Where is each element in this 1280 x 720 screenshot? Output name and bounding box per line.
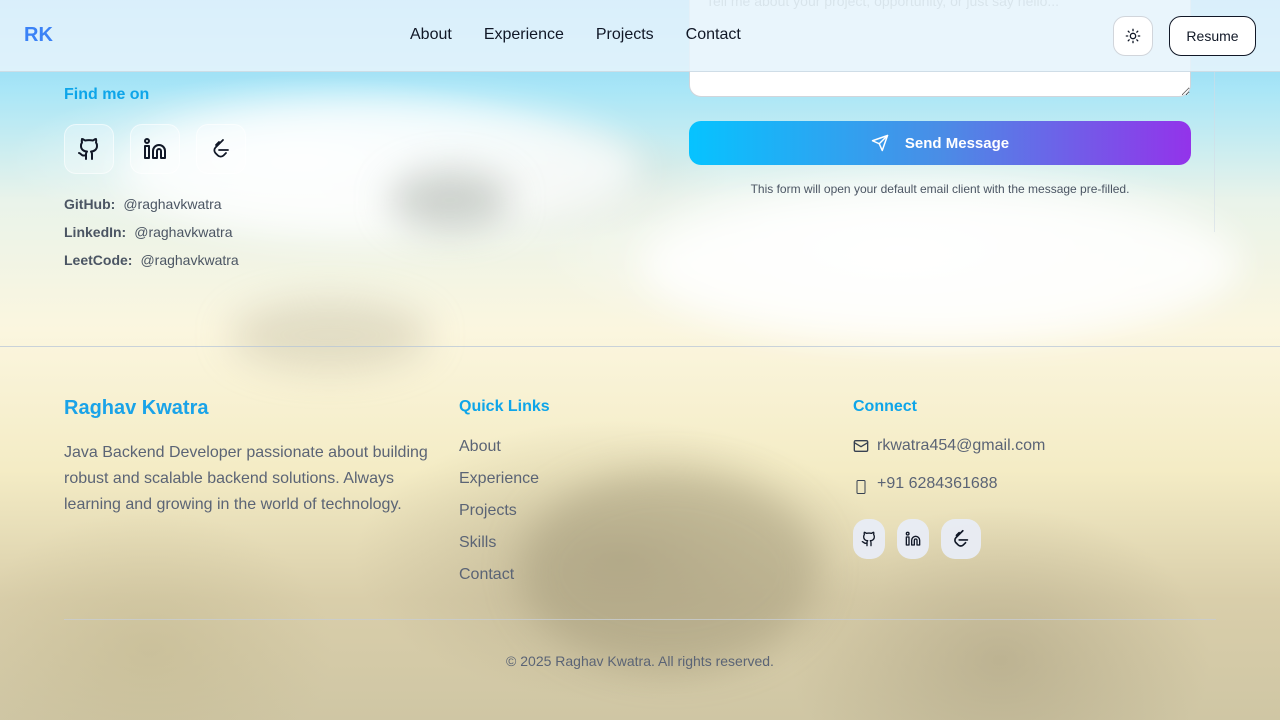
handle-label: GitHub: [64,196,116,212]
footer-link-contact[interactable]: Contact [459,564,539,596]
send-label: Send Message [904,134,1010,152]
main-nav: About Experience Projects Contact [410,26,741,44]
github-handle: GitHub: @raghavkwatra [64,190,239,218]
footer-brand-name: Raghav Kwatra [64,397,209,419]
footer-linkedin-link[interactable] [897,519,929,559]
handle-label: LeetCode: [64,252,133,268]
footer-social-links [853,519,981,559]
footer-link-projects[interactable]: Projects [459,500,539,532]
mail-icon [853,438,869,454]
find-me-heading: Find me on [64,86,150,103]
linkedin-icon [143,137,167,161]
linkedin-icon [905,531,921,547]
linkedin-handle: LinkedIn: @raghavkwatra [64,218,239,246]
nav-link-projects[interactable]: Projects [596,26,654,44]
github-icon [861,531,877,547]
site-logo[interactable]: RK [24,24,53,47]
leetcode-icon [950,528,972,550]
footer-link-skills[interactable]: Skills [459,532,539,564]
theme-toggle-button[interactable] [1113,16,1153,56]
handle-value: @raghavkwatra [134,224,233,240]
footer-leetcode-link[interactable] [941,519,981,559]
send-icon [871,134,889,152]
sun-icon [1125,28,1141,44]
footer-link-about[interactable]: About [459,436,539,468]
resume-button[interactable]: Resume [1169,16,1256,56]
top-navbar: RK About Experience Projects Contact Res… [0,0,1280,72]
phone-text: +91 6284361688 [877,475,998,492]
nav-link-experience[interactable]: Experience [484,26,564,44]
footer-phone[interactable]: +91 6284361688 [853,473,998,495]
footer-bottom-divider [64,619,1216,620]
leetcode-link[interactable] [196,124,246,174]
github-icon [77,137,101,161]
nav-link-contact[interactable]: Contact [686,26,741,44]
phone-icon [853,479,869,495]
handle-value: @raghavkwatra [123,196,222,212]
handle-value: @raghavkwatra [140,252,239,268]
linkedin-link[interactable] [130,124,180,174]
nav-link-about[interactable]: About [410,26,452,44]
leetcode-icon [209,137,233,161]
social-handles: GitHub: @raghavkwatra LinkedIn: @raghavk… [64,190,239,274]
footer-description: Java Backend Developer passionate about … [64,444,428,513]
handle-label: LinkedIn: [64,224,127,240]
footer-email[interactable]: rkwatra454@gmail.com [853,437,1045,455]
copyright-text: © 2025 Raghav Kwatra. All rights reserve… [506,653,774,669]
leetcode-handle: LeetCode: @raghavkwatra [64,246,239,274]
connect-heading: Connect [853,398,917,415]
footer-link-experience[interactable]: Experience [459,468,539,500]
divider [1214,72,1215,232]
quick-links-heading: Quick Links [459,398,550,415]
form-note: This form will open your default email c… [750,182,1130,196]
footer-divider [0,346,1280,347]
social-links [64,124,246,174]
email-text: rkwatra454@gmail.com [877,437,1046,454]
send-message-button[interactable]: Send Message [689,121,1191,165]
github-link[interactable] [64,124,114,174]
quick-links-list: About Experience Projects Skills Contact [459,436,539,596]
footer-github-link[interactable] [853,519,885,559]
